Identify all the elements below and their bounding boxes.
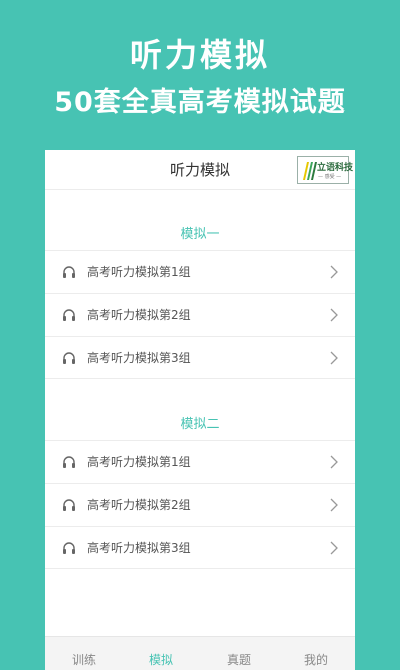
headphones-icon	[63, 542, 75, 554]
section-list-2: 高考听力模拟第1组 高考听力模拟第2组 高考听力模拟第3组	[45, 440, 355, 569]
section-title-1: 模拟一	[180, 227, 220, 242]
tab-training[interactable]: 训练	[59, 651, 109, 668]
list-item-label: 高考听力模拟第1组	[87, 265, 191, 279]
list-item-label: 高考听力模拟第2组	[87, 308, 191, 322]
tab-mine[interactable]: 我的	[291, 651, 341, 668]
list-item[interactable]: 高考听力模拟第3组	[45, 526, 355, 569]
section-list-1: 高考听力模拟第1组 高考听力模拟第2组 高考听力模拟第3组	[45, 250, 355, 379]
list-item[interactable]: 高考听力模拟第2组	[45, 483, 355, 526]
headphones-icon	[63, 499, 75, 511]
logo-subtext: — 感受 —	[318, 174, 342, 180]
brand-logo: 立语科技 — 感受 —	[297, 156, 353, 184]
chevron-right-icon	[330, 455, 338, 469]
chevron-right-icon	[330, 541, 338, 555]
hero-subtitle: 50套全真高考模拟试题	[54, 87, 346, 118]
chevron-right-icon	[330, 265, 338, 279]
hero-banner: 听力模拟 50套全真高考模拟试题	[0, 0, 400, 150]
headphones-icon	[63, 309, 75, 321]
phone-screen: 听力模拟 立语科技 — 感受 — 模拟一 高考听力模拟第1组 高考听力模拟第2组…	[45, 150, 355, 670]
bottom-tab-bar: 训练 模拟 真题 我的	[45, 636, 355, 670]
tab-real-exams[interactable]: 真题	[214, 651, 264, 668]
hero-title: 听力模拟	[129, 36, 270, 74]
chevron-right-icon	[330, 351, 338, 365]
headphones-icon	[63, 352, 75, 364]
section-title-2: 模拟二	[180, 417, 220, 432]
list-item[interactable]: 高考听力模拟第1组	[45, 440, 355, 483]
headphones-icon	[63, 266, 75, 278]
chevron-right-icon	[330, 498, 338, 512]
list-item-label: 高考听力模拟第3组	[87, 541, 191, 555]
list-item[interactable]: 高考听力模拟第1组	[45, 250, 355, 293]
headphones-icon	[63, 456, 75, 468]
tab-simulation[interactable]: 模拟	[136, 651, 186, 668]
logo-stripes-icon	[303, 162, 317, 180]
list-item[interactable]: 高考听力模拟第3组	[45, 336, 355, 379]
list-item[interactable]: 高考听力模拟第2组	[45, 293, 355, 336]
logo-text: 立语科技	[317, 163, 354, 173]
list-item-label: 高考听力模拟第2组	[87, 498, 191, 512]
list-item-label: 高考听力模拟第1组	[87, 455, 191, 469]
list-item-label: 高考听力模拟第3组	[87, 351, 191, 365]
top-bar: 听力模拟 立语科技 — 感受 —	[45, 150, 355, 190]
chevron-right-icon	[330, 308, 338, 322]
